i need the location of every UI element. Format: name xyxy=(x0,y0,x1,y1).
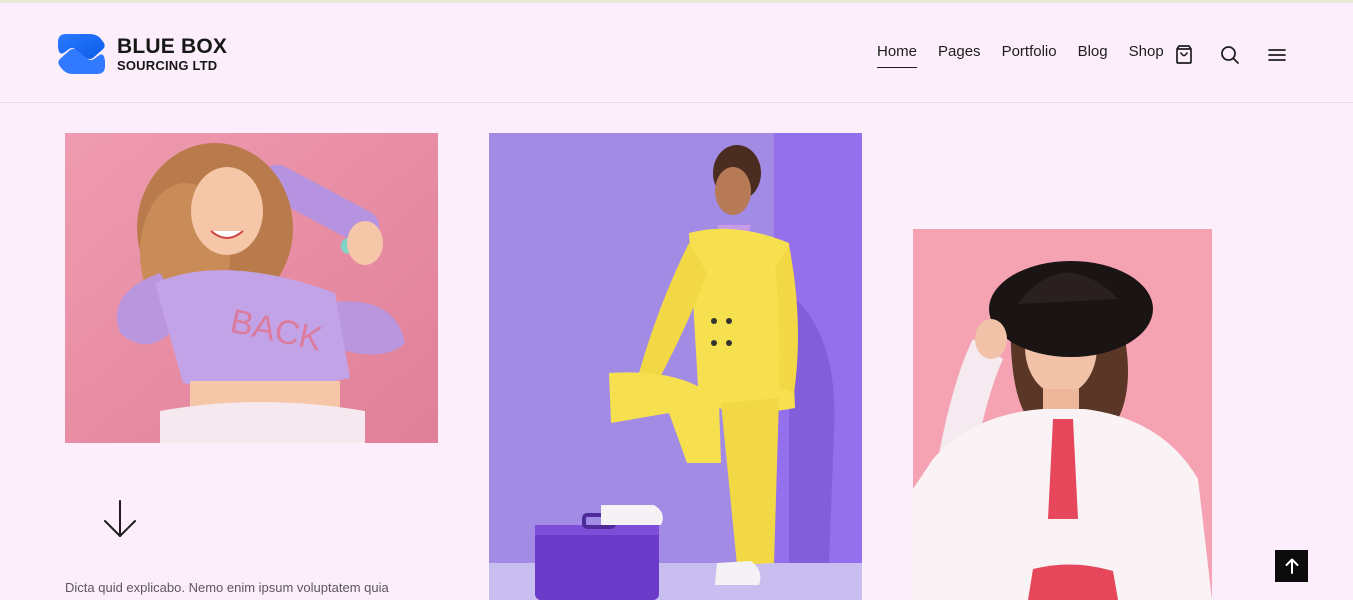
back-to-top-button[interactable] xyxy=(1275,550,1308,582)
intro-paragraph: Dicta quid explicabo. Nemo enim ipsum vo… xyxy=(65,580,389,595)
gallery-image-2[interactable] xyxy=(489,133,862,600)
shopping-bag-icon[interactable] xyxy=(1173,44,1195,66)
search-icon[interactable] xyxy=(1219,44,1241,66)
brand-logo[interactable]: BLUE BOX SOURCING LTD xyxy=(57,33,227,75)
blue-box-logo-icon xyxy=(58,34,105,74)
menu-icon[interactable] xyxy=(1266,44,1288,66)
brand-name: BLUE BOX xyxy=(117,35,228,58)
main-nav: Home Pages Portfolio Blog Shop xyxy=(877,43,1185,68)
arrow-down-icon[interactable] xyxy=(103,499,137,539)
nav-pages[interactable]: Pages xyxy=(938,43,981,66)
gallery-image-3[interactable] xyxy=(913,229,1212,600)
nav-portfolio[interactable]: Portfolio xyxy=(1002,43,1057,66)
brand-subtitle: SOURCING LTD xyxy=(117,58,218,73)
site-header: BLUE BOX SOURCING LTD Home Pages Portfol… xyxy=(0,3,1353,103)
gallery-image-1[interactable]: BACK xyxy=(65,133,438,443)
nav-shop[interactable]: Shop xyxy=(1129,43,1164,66)
nav-home[interactable]: Home xyxy=(877,43,918,68)
arrow-up-icon xyxy=(1285,558,1298,574)
nav-blog[interactable]: Blog xyxy=(1078,43,1108,66)
